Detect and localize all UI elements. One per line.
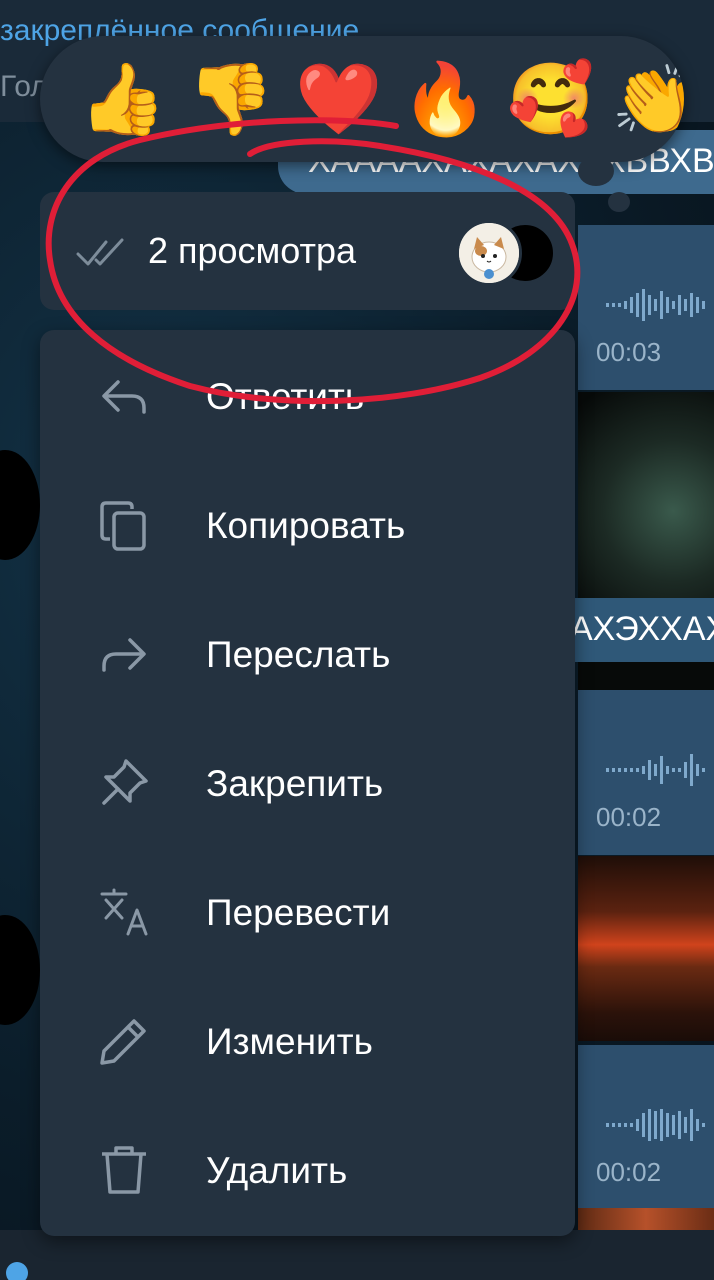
viewer-avatar <box>456 220 522 286</box>
menu-item-edit[interactable]: Изменить <box>40 975 575 1104</box>
menu-item-delete[interactable]: Удалить <box>40 1104 575 1233</box>
photo-message[interactable] <box>578 1208 714 1230</box>
edit-icon <box>100 1019 146 1065</box>
menu-item-label: Ответить <box>206 376 365 417</box>
voice-message[interactable]: 00:02 <box>578 1045 714 1210</box>
forward-icon <box>102 638 146 672</box>
menu-item-translate[interactable]: Перевести <box>40 846 575 975</box>
translate-icon <box>100 888 148 936</box>
reactions-bar: 👍 👎 ❤️ 🔥 🥰 👏 <box>40 36 684 162</box>
double-check-icon <box>76 238 124 266</box>
smiling-hearts-icon[interactable]: 🥰 <box>506 54 596 144</box>
fire-icon[interactable]: 🔥 <box>400 54 490 144</box>
voice-message[interactable]: 00:03 <box>578 225 714 390</box>
waveform-icon <box>606 754 705 786</box>
voice-duration: 00:02 <box>596 802 662 832</box>
thumbs-up-icon[interactable]: 👍 <box>78 54 168 144</box>
cat-sticker-icon <box>459 223 519 283</box>
menu-item-label: Закрепить <box>206 763 384 804</box>
clapping-icon[interactable]: 👏 <box>610 54 684 144</box>
delete-icon <box>102 1146 146 1194</box>
reactions-bubble-tail <box>578 156 614 186</box>
menu-item-label: Изменить <box>206 1021 373 1062</box>
input-bar <box>0 1230 714 1280</box>
thumbs-down-icon[interactable]: 👎 <box>186 54 276 144</box>
waveform-icon <box>606 289 705 321</box>
menu-item-label: Переслать <box>206 634 391 675</box>
message-text: АХЭХХАХ <box>570 610 714 648</box>
menu-item-label: Копировать <box>206 505 406 546</box>
photo-message[interactable] <box>578 856 714 1041</box>
menu-item-pin[interactable]: Закрепить <box>40 717 575 846</box>
menu-item-copy[interactable]: Копировать <box>40 459 575 588</box>
voice-duration: 00:02 <box>596 1157 662 1187</box>
reply-icon <box>102 380 146 414</box>
copy-icon <box>100 501 146 551</box>
menu-item-forward[interactable]: Переслать <box>40 588 575 717</box>
pin-icon <box>102 759 148 805</box>
reactions-bubble-tail <box>608 192 630 212</box>
heart-icon[interactable]: ❤️ <box>294 54 384 144</box>
input-indicator-dot <box>6 1262 28 1280</box>
views-count-label: 2 просмотра <box>148 230 357 271</box>
waveform-icon <box>606 1109 705 1141</box>
context-menu: Ответить Копировать Переслать Закрепить … <box>40 330 575 1236</box>
voice-duration: 00:03 <box>596 337 662 367</box>
menu-item-label: Удалить <box>206 1150 348 1191</box>
voice-message[interactable]: 00:02 <box>578 690 714 855</box>
menu-item-label: Перевести <box>206 892 391 933</box>
menu-item-reply[interactable]: Ответить <box>40 330 575 459</box>
